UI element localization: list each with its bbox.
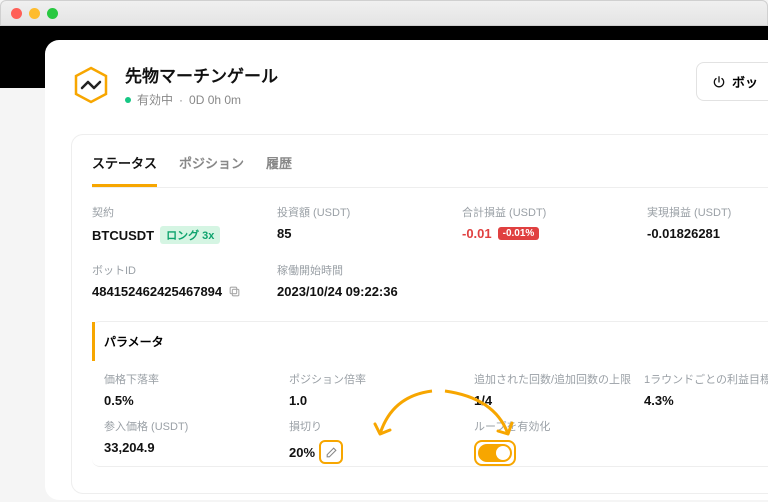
copy-icon[interactable] xyxy=(228,285,241,298)
realized-value: -0.01826281 xyxy=(647,226,768,241)
profit-value: 4.3% xyxy=(644,393,768,408)
page-title: 先物マーチンゲール xyxy=(125,62,278,87)
param-label: 1ラウンドごとの利益目標 xyxy=(644,371,768,387)
param-header: パラメータ xyxy=(92,322,768,361)
entry-value: 33,204.9 xyxy=(104,440,289,455)
status-sep: · xyxy=(179,93,183,107)
param-label: 参入価格 (USDT) xyxy=(104,418,289,434)
stat-label: 投資額 (USDT) xyxy=(277,204,462,220)
start-value: 2023/10/24 09:22:36 xyxy=(277,284,768,299)
loop-toggle[interactable] xyxy=(474,440,516,466)
header: 先物マーチンゲール 有効中 · 0D 0h 0m xyxy=(71,62,768,108)
edit-stoploss-button[interactable] xyxy=(319,440,343,464)
drop-value: 0.5% xyxy=(104,393,289,408)
tabs: ステータス ポジション 履歴 xyxy=(92,153,768,188)
param-label: ループを有効化 xyxy=(474,418,644,434)
stat-label: 契約 xyxy=(92,204,277,220)
power-icon xyxy=(712,75,726,89)
status-duration: 0D 0h 0m xyxy=(189,93,241,107)
totalpnl-value: -0.01 xyxy=(462,226,492,241)
stats-grid: 契約 BTCUSDT ロング 3x 投資額 (USDT) 85 合計損益 (US… xyxy=(92,204,768,299)
martingale-hex-icon xyxy=(71,65,111,105)
status-running: 有効中 xyxy=(137,91,173,108)
totalpnl-pct-badge: -0.01% xyxy=(498,227,540,240)
bot-power-button[interactable]: ボッ xyxy=(696,62,768,101)
add-value: 1/4 xyxy=(474,393,644,408)
contract-symbol: BTCUSDT xyxy=(92,228,154,243)
stat-start: 稼働開始時間 2023/10/24 09:22:36 xyxy=(277,262,768,299)
param-label: ポジション倍率 xyxy=(289,371,474,387)
window-chrome xyxy=(0,0,768,26)
side-badge: ロング 3x xyxy=(160,226,220,244)
maximize-window-icon[interactable] xyxy=(47,8,58,19)
param-label: 追加された回数/追加回数の上限 xyxy=(474,371,644,387)
param-label: 価格下落率 xyxy=(104,371,289,387)
page-card: 先物マーチンゲール 有効中 · 0D 0h 0m ボッ ステータス ポジション … xyxy=(45,40,768,500)
botid-value: 484152462425467894 xyxy=(92,284,222,299)
stat-botid: ボットID 484152462425467894 xyxy=(92,262,277,299)
stat-label: ボットID xyxy=(92,262,277,278)
stat-label: 稼働開始時間 xyxy=(277,262,768,278)
stat-label: 合計損益 (USDT) xyxy=(462,204,647,220)
minimize-window-icon[interactable] xyxy=(29,8,40,19)
stat-realized: 実現損益 (USDT) -0.01826281 xyxy=(647,204,768,244)
param-label: 損切り xyxy=(289,418,474,434)
sl-value: 20% xyxy=(289,445,315,460)
status-line: 有効中 · 0D 0h 0m xyxy=(125,91,278,108)
tab-positions[interactable]: ポジション xyxy=(179,153,244,187)
param-grid: 価格下落率0.5% ポジション倍率1.0 追加された回数/追加回数の上限1/4 … xyxy=(92,361,768,466)
param-section: パラメータ 価格下落率 0.5% ポジション倍率 1.0 追加された回数/追加回数の… xyxy=(92,321,768,467)
toggle-on-icon xyxy=(478,444,512,462)
stat-totalpnl: 合計損益 (USDT) -0.01 -0.01% xyxy=(462,204,647,244)
tab-history[interactable]: 履歴 xyxy=(266,153,292,187)
tab-status[interactable]: ステータス xyxy=(92,153,157,187)
status-dot-icon xyxy=(125,97,131,103)
pencil-icon xyxy=(325,446,338,459)
stat-invest: 投資額 (USDT) 85 xyxy=(277,204,462,244)
title-block: 先物マーチンゲール 有効中 · 0D 0h 0m xyxy=(125,62,278,108)
invest-value: 85 xyxy=(277,226,462,241)
bot-power-label: ボッ xyxy=(732,72,758,91)
stat-label: 実現損益 (USDT) xyxy=(647,204,768,220)
stat-contract: 契約 BTCUSDT ロング 3x xyxy=(92,204,277,244)
content-card: ステータス ポジション 履歴 契約 BTCUSDT ロング 3x 投資額 (US… xyxy=(71,134,768,494)
mult-value: 1.0 xyxy=(289,393,474,408)
close-window-icon[interactable] xyxy=(11,8,22,19)
